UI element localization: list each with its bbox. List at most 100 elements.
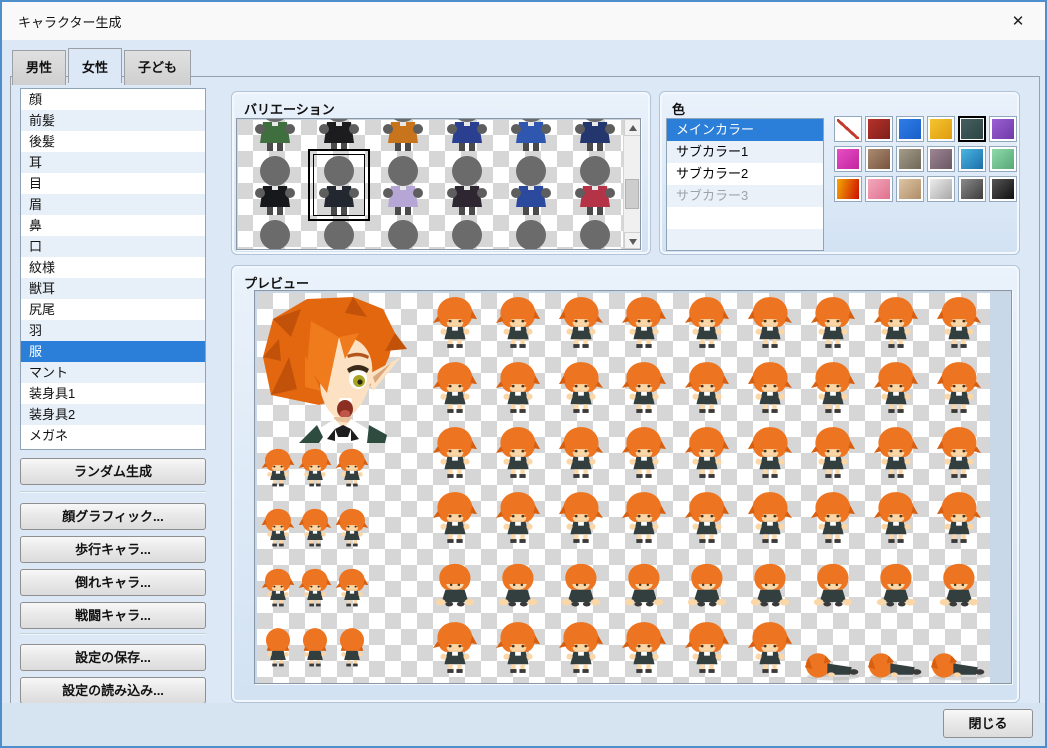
variation-thumbnail[interactable]	[243, 153, 307, 217]
scrollbar-thumb[interactable]	[625, 179, 639, 209]
tab-1[interactable]: 女性	[68, 48, 122, 83]
character-sprite	[621, 295, 667, 351]
color-target-item[interactable]: サブカラー2	[667, 163, 823, 185]
parts-list-item[interactable]: 鼻	[21, 215, 205, 236]
parts-list[interactable]: 顔前髪後髪耳目眉鼻口紋様獣耳尻尾羽服マント装身具1装身具2メガネ	[20, 88, 206, 450]
parts-list-item[interactable]: 耳	[21, 152, 205, 173]
variation-thumbnail[interactable]	[435, 153, 499, 217]
character-sprite	[558, 425, 604, 481]
character-sprite	[810, 490, 856, 546]
color-swatch[interactable]	[865, 116, 893, 142]
character-sprite	[432, 555, 478, 611]
color-swatch[interactable]	[989, 116, 1017, 142]
variation-selection-box	[308, 149, 370, 221]
color-swatch[interactable]	[896, 116, 924, 142]
variation-thumbnail[interactable]	[243, 217, 307, 250]
character-sprite	[432, 490, 478, 546]
color-swatch[interactable]	[927, 116, 955, 142]
color-target-item[interactable]: サブカラー3	[667, 185, 823, 207]
variation-thumbnail[interactable]	[499, 217, 563, 250]
color-swatch[interactable]	[834, 146, 862, 172]
color-swatch[interactable]	[896, 146, 924, 172]
variation-thumbnail[interactable]	[563, 118, 627, 153]
swatch-none[interactable]	[834, 116, 862, 142]
character-sprite	[684, 620, 730, 676]
battle-character-button[interactable]: 戦闘キャラ...	[20, 602, 206, 629]
variation-thumbnail[interactable]	[435, 217, 499, 250]
variation-thumbnail[interactable]	[371, 118, 435, 153]
parts-list-item[interactable]: マント	[21, 362, 205, 383]
variation-thumbnail[interactable]	[307, 217, 371, 250]
color-swatch[interactable]	[865, 176, 893, 202]
character-sprite	[747, 360, 793, 416]
character-generator-dialog: キャラクター生成 ✕ 男性女性子ども 顔前髪後髪耳目眉鼻口紋様獣耳尻尾羽服マント…	[0, 0, 1047, 748]
color-target-list[interactable]: メインカラーサブカラー1サブカラー2サブカラー3	[666, 118, 824, 251]
character-sprite	[298, 625, 332, 671]
mannequin-sprite	[379, 118, 427, 153]
color-swatch[interactable]	[927, 176, 955, 202]
color-target-item[interactable]: メインカラー	[667, 119, 823, 141]
parts-list-item[interactable]: 装身具2	[21, 404, 205, 425]
parts-list-item[interactable]: 目	[21, 173, 205, 194]
character-sprite	[495, 425, 541, 481]
parts-list-item[interactable]: 羽	[21, 320, 205, 341]
variation-thumbnail[interactable]	[499, 153, 563, 217]
color-swatch[interactable]	[834, 176, 862, 202]
parts-list-item[interactable]: 服	[21, 341, 205, 362]
character-sprite	[936, 555, 982, 611]
mannequin-sprite	[251, 153, 299, 217]
character-sprite	[810, 425, 856, 481]
character-sprite	[621, 490, 667, 546]
color-swatch[interactable]	[958, 146, 986, 172]
parts-list-item[interactable]: 後髪	[21, 131, 205, 152]
color-swatch[interactable]	[989, 176, 1017, 202]
variation-thumbnail[interactable]	[435, 118, 499, 153]
downed-character-button[interactable]: 倒れキャラ...	[20, 569, 206, 596]
parts-list-item[interactable]: 紋様	[21, 257, 205, 278]
variation-thumbnail[interactable]	[243, 118, 307, 153]
tab-2[interactable]: 子ども	[124, 50, 191, 85]
parts-list-item[interactable]: 眉	[21, 194, 205, 215]
character-sprite	[747, 490, 793, 546]
parts-list-item[interactable]: 顔	[21, 89, 205, 110]
color-swatch[interactable]	[896, 176, 924, 202]
parts-list-item[interactable]: 獣耳	[21, 278, 205, 299]
color-target-item[interactable]: サブカラー1	[667, 141, 823, 163]
color-swatch[interactable]	[865, 146, 893, 172]
character-sprite	[936, 360, 982, 416]
parts-list-item[interactable]: メガネ	[21, 425, 205, 446]
variation-thumbnail[interactable]	[371, 153, 435, 217]
variation-thumbnail[interactable]	[499, 118, 563, 153]
random-generate-button[interactable]: ランダム生成	[20, 458, 206, 485]
load-settings-button[interactable]: 設定の読み込み...	[20, 677, 206, 704]
color-swatch-grid	[834, 116, 1019, 206]
character-sprite	[936, 490, 982, 546]
character-sprite	[335, 625, 369, 671]
parts-list-item[interactable]: 前髪	[21, 110, 205, 131]
character-sprite	[261, 445, 295, 491]
variation-thumbnail[interactable]	[371, 217, 435, 250]
parts-list-item[interactable]: 口	[21, 236, 205, 257]
tab-0[interactable]: 男性	[12, 50, 66, 85]
character-sprite	[747, 295, 793, 351]
scroll-down-icon[interactable]	[624, 232, 641, 249]
scroll-up-icon[interactable]	[624, 119, 641, 136]
parts-list-item[interactable]: 尻尾	[21, 299, 205, 320]
save-settings-button[interactable]: 設定の保存...	[20, 644, 206, 671]
character-sprite	[684, 425, 730, 481]
mannequin-sprite	[443, 217, 491, 250]
color-swatch[interactable]	[958, 176, 986, 202]
color-swatch[interactable]	[989, 146, 1017, 172]
character-sprite	[335, 565, 369, 611]
close-dialog-button[interactable]: 閉じる	[943, 709, 1033, 738]
parts-list-item[interactable]: 装身具1	[21, 383, 205, 404]
variation-thumbnail[interactable]	[563, 153, 627, 217]
color-swatch[interactable]	[927, 146, 955, 172]
variation-scrollbar[interactable]	[623, 119, 640, 249]
face-graphic-button[interactable]: 顔グラフィック...	[20, 503, 206, 530]
walk-character-button[interactable]: 歩行キャラ...	[20, 536, 206, 563]
close-icon[interactable]: ✕	[997, 6, 1039, 36]
variation-thumbnail[interactable]	[307, 118, 371, 153]
color-swatch[interactable]	[958, 116, 986, 142]
variation-thumbnail[interactable]	[563, 217, 627, 250]
